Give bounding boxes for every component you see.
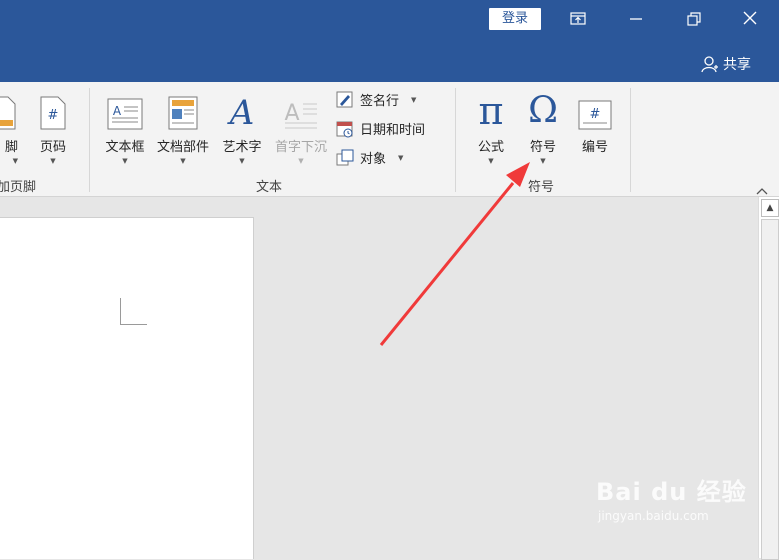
watermark-brand: Bai du 经验 — [596, 478, 747, 506]
watermark-url: jingyan.baidu.com — [598, 509, 709, 523]
baidu-watermark: Bai du 经验 jingyan.baidu.com — [596, 472, 747, 523]
